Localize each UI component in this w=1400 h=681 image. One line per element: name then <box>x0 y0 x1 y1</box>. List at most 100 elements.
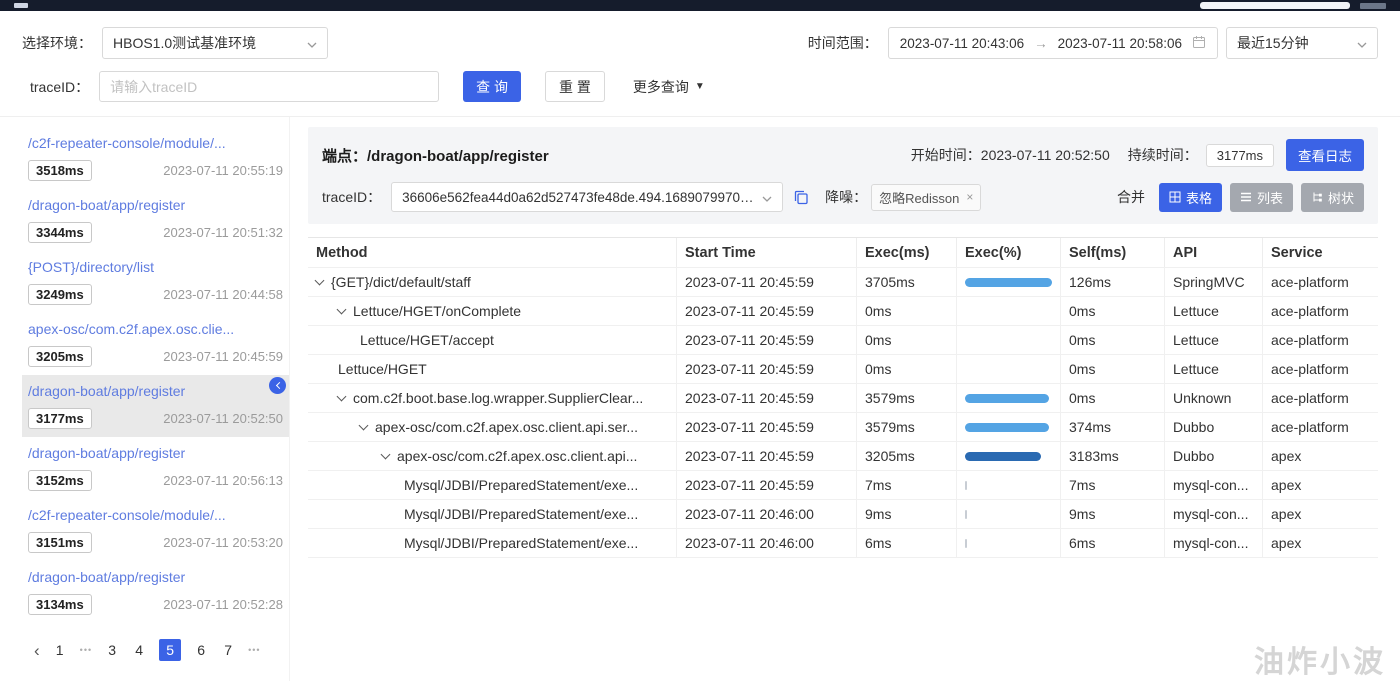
api-cell: Dubbo <box>1164 413 1262 441</box>
span-row[interactable]: apex-osc/com.c2f.apex.osc.client.api.ser… <box>308 413 1378 442</box>
quick-range-select[interactable]: 最近15分钟 <box>1226 27 1378 59</box>
merge-option-label[interactable]: 合并 <box>1117 187 1151 207</box>
trace-path-link[interactable]: /c2f-repeater-console/module/... <box>28 134 283 153</box>
method-name: Lettuce/HGET/onComplete <box>353 303 522 319</box>
chevron-down-icon <box>1357 35 1367 51</box>
span-row[interactable]: Mysql/JDBI/PreparedStatement/exe... 2023-… <box>308 471 1378 500</box>
method-name: Lettuce/HGET/accept <box>360 332 494 348</box>
api-cell: Lettuce <box>1164 355 1262 383</box>
trace-list-item[interactable]: apex-osc/com.c2f.apex.osc.clie... 3205ms 2… <box>22 313 289 375</box>
tree-icon <box>1311 191 1323 203</box>
more-query-link[interactable]: 更多查询 ▼ <box>633 77 705 97</box>
topbar-right-items <box>1200 2 1386 9</box>
table-header-api: API <box>1164 238 1262 267</box>
exec-percent-bar <box>965 480 967 490</box>
service-cell: ace-platform <box>1262 355 1378 383</box>
caret-down-icon[interactable] <box>358 420 369 430</box>
view-list-button[interactable]: 列表 <box>1229 182 1293 212</box>
trace-item-meta: 3518ms 2023-07-11 20:55:19 <box>28 160 283 181</box>
traceid-input[interactable] <box>99 71 440 102</box>
caret-down-icon[interactable] <box>336 391 347 401</box>
close-icon[interactable]: × <box>966 190 973 204</box>
trace-list-item[interactable]: /dragon-boat/app/register 3134ms 2023-07-1… <box>22 561 289 623</box>
pagination-ellipsis[interactable]: ••• <box>248 645 260 655</box>
service-cell: apex <box>1262 442 1378 470</box>
trace-path-link[interactable]: /dragon-boat/app/register <box>28 196 283 215</box>
pagination-page-1[interactable]: 1 <box>53 642 67 658</box>
time-start-value[interactable]: 2023-07-11 20:43:06 <box>900 36 1024 51</box>
trace-list-item[interactable]: /c2f-repeater-console/module/... 3151ms 20… <box>22 499 289 561</box>
trace-timestamp: 2023-07-11 20:52:28 <box>163 597 283 612</box>
duration-badge: 3344ms <box>28 222 92 243</box>
start-time-label: 开始时间： <box>910 147 981 163</box>
span-row[interactable]: Mysql/JDBI/PreparedStatement/exe... 2023-… <box>308 500 1378 529</box>
topbar-menu-item[interactable] <box>1360 2 1386 9</box>
pagination-prev-button[interactable]: ‹ <box>34 642 40 659</box>
trace-item-meta: 3152ms 2023-07-11 20:56:13 <box>28 470 283 491</box>
copy-icon[interactable] <box>793 189 809 205</box>
pagination-page-6[interactable]: 6 <box>194 642 208 658</box>
table-header-exec: Exec(%) <box>956 238 1060 267</box>
topbar-search-box[interactable] <box>1200 2 1350 9</box>
trace-path-link[interactable]: apex-osc/com.c2f.apex.osc.clie... <box>28 320 283 339</box>
method-name: Lettuce/HGET <box>338 361 427 377</box>
span-row[interactable]: com.c2f.boot.base.log.wrapper.SupplierCl… <box>308 384 1378 413</box>
span-row[interactable]: Lettuce/HGET/onComplete 2023-07-11 20:45:… <box>308 297 1378 326</box>
reset-button[interactable]: 重 置 <box>545 71 605 102</box>
traceid-select[interactable]: 36606e562fea44d0a62d527473fe48de.494.168… <box>391 182 784 212</box>
query-button[interactable]: 查 询 <box>463 71 522 102</box>
self-ms-cell: 3183ms <box>1060 442 1164 470</box>
exec-ms-cell: 3579ms <box>856 384 956 412</box>
caret-down-icon[interactable] <box>314 275 325 285</box>
trace-path-link[interactable]: /dragon-boat/app/register <box>28 444 283 463</box>
pagination-page-3[interactable]: 3 <box>105 642 119 658</box>
exec-percent-track <box>965 451 1052 461</box>
exec-ms-cell: 7ms <box>856 471 956 499</box>
chevron-left-icon <box>275 381 283 390</box>
view-tree-label: 树状 <box>1327 190 1354 206</box>
trace-path-link[interactable]: /c2f-repeater-console/module/... <box>28 506 283 525</box>
view-log-button[interactable]: 查看日志 <box>1286 139 1364 171</box>
trace-path-link[interactable]: {POST}/directory/list <box>28 258 283 277</box>
trace-list-item[interactable]: /c2f-repeater-console/module/... 3518ms 20… <box>22 127 289 189</box>
api-cell: mysql-con... <box>1164 500 1262 528</box>
trace-list-item[interactable]: {POST}/directory/list 3249ms 2023-07-11 20… <box>22 251 289 313</box>
view-tree-button[interactable]: 树状 <box>1300 182 1364 212</box>
exec-percent-track <box>965 393 1052 403</box>
caret-down-icon: ▼ <box>694 81 705 92</box>
collapse-sidebar-button[interactable] <box>269 377 286 394</box>
pagination-ellipsis[interactable]: ••• <box>80 645 92 655</box>
trace-list-item[interactable]: /dragon-boat/app/register 3344ms 2023-07-1… <box>22 189 289 251</box>
table-header-exec-ms: Exec(ms) <box>856 238 956 267</box>
span-row[interactable]: Lettuce/HGET 2023-07-11 20:45:59 0ms 0ms Let… <box>308 355 1378 384</box>
start-time-cell: 2023-07-11 20:46:00 <box>676 529 856 557</box>
span-row[interactable]: {GET}/dict/default/staff 2023-07-11 20:45… <box>308 268 1378 297</box>
trace-path-link[interactable]: /dragon-boat/app/register <box>28 568 283 587</box>
method-cell: Lettuce/HGET/onComplete <box>308 297 676 325</box>
range-arrow-icon: → <box>1034 35 1048 51</box>
duration-badge: 3177ms <box>28 408 92 429</box>
caret-down-icon[interactable] <box>380 449 391 459</box>
trace-list-item[interactable]: /dragon-boat/app/register 3152ms 2023-07-1… <box>22 437 289 499</box>
api-cell: SpringMVC <box>1164 268 1262 296</box>
start-time-cell: 2023-07-11 20:45:59 <box>676 297 856 325</box>
pagination-page-5[interactable]: 5 <box>159 639 182 661</box>
time-range-input[interactable]: 2023-07-11 20:43:06 → 2023-07-11 20:58:0… <box>887 27 1218 59</box>
env-select[interactable]: HBOS1.0测试基准环境 <box>102 27 328 59</box>
time-end-value[interactable]: 2023-07-11 20:58:06 <box>1058 36 1182 51</box>
filter-bar: 选择环境： HBOS1.0测试基准环境 时间范围： 2023-07-11 20:… <box>0 11 1400 117</box>
view-table-button[interactable]: 表格 <box>1158 182 1222 212</box>
trace-path-link[interactable]: /dragon-boat/app/register <box>28 382 283 401</box>
span-row[interactable]: Mysql/JDBI/PreparedStatement/exe... 2023-… <box>308 529 1378 558</box>
trace-detail-panel: 端点：/dragon-boat/app/register 开始时间： 2023-… <box>308 117 1378 681</box>
duration-badge: 3249ms <box>28 284 92 305</box>
span-row[interactable]: Lettuce/HGET/accept 2023-07-11 20:45:59 0m… <box>308 326 1378 355</box>
duration-value-box: 3177ms <box>1205 143 1274 167</box>
pagination-page-4[interactable]: 4 <box>132 642 146 658</box>
trace-list-item[interactable]: /dragon-boat/app/register 3177ms 2023-07-1… <box>22 375 289 437</box>
span-row[interactable]: apex-osc/com.c2f.apex.osc.client.api... 2… <box>308 442 1378 471</box>
self-ms-cell: 126ms <box>1060 268 1164 296</box>
pagination-page-7[interactable]: 7 <box>221 642 235 658</box>
self-ms-cell: 7ms <box>1060 471 1164 499</box>
caret-down-icon[interactable] <box>336 304 347 314</box>
